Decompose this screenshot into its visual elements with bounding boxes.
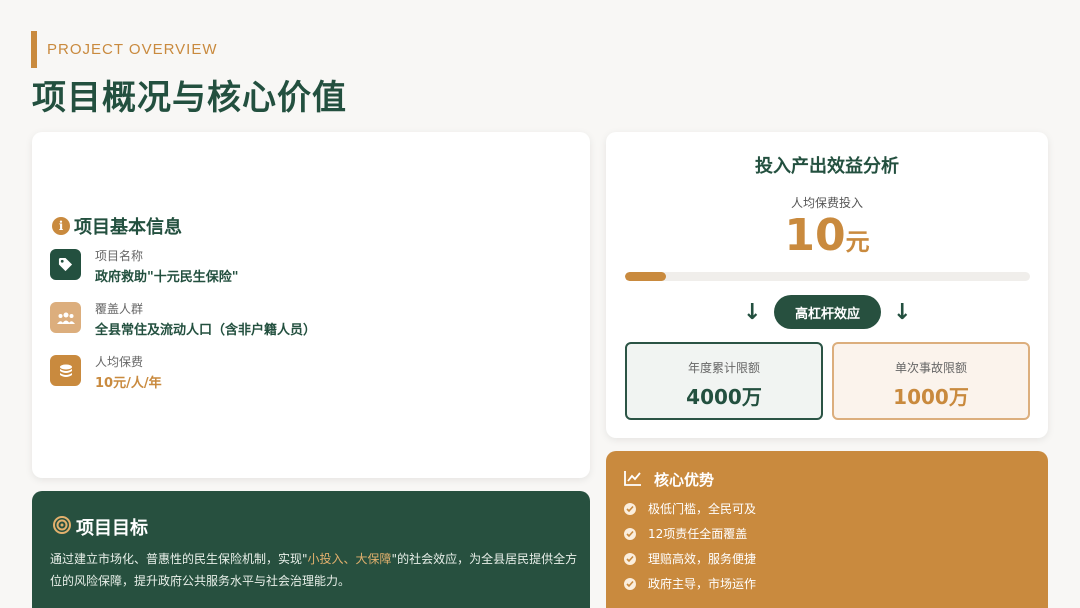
annual-limit-value: 4000万 [686, 385, 762, 409]
roi-amount: 10元 [606, 209, 1048, 269]
goal-description: 通过建立市场化、普惠性的民生保险机制，实现"小投入、大保障"的社会效应，为全县居… [50, 548, 582, 592]
check-icon [624, 552, 636, 565]
advantage-text: 理赔高效，服务便捷 [648, 552, 757, 566]
progress-bar-fill [625, 272, 666, 281]
leverage-badge: 高杠杆效应 [774, 295, 881, 329]
coverage-value: 全县常住及流动人口（含非户籍人员） [95, 323, 317, 338]
page-title: 项目概况与核心价值 [32, 78, 347, 118]
roi-title: 投入产出效益分析 [755, 156, 899, 177]
annual-limit-label: 年度累计限额 [687, 361, 760, 375]
advantages-heading: 核心优势 [624, 469, 714, 490]
single-limit-box: 单次事故限额 1000万 [832, 342, 1030, 420]
check-icon [624, 527, 636, 540]
basic-info-title: 项目基本信息 [74, 217, 182, 238]
advantage-item: 12项责任全面覆盖 [624, 525, 747, 542]
roi-amount-value: 10 [784, 210, 846, 261]
progress-bar [625, 272, 1030, 281]
project-name-label: 项目名称 [95, 249, 144, 263]
tag-icon [50, 249, 81, 280]
info-row-premium: 人均保费 10元/人/年 [50, 355, 162, 392]
annual-limit-box: 年度累计限额 4000万 [625, 342, 823, 420]
single-limit-label: 单次事故限额 [894, 361, 967, 375]
goal-text-before: 通过建立市场化、普惠性的民生保险机制，实现" [50, 552, 308, 566]
coverage-label: 覆盖人群 [95, 302, 144, 316]
roi-amount-unit: 元 [845, 228, 870, 256]
single-limit-value: 1000万 [893, 385, 969, 409]
advantages-title: 核心优势 [654, 471, 715, 489]
coins-icon [50, 355, 81, 386]
advantage-text: 12项责任全面覆盖 [648, 527, 748, 541]
check-icon [624, 577, 636, 590]
project-name-value: 政府救助"十元民生保险" [95, 270, 239, 285]
arrow-down-icon: ↓ [743, 300, 762, 325]
advantage-text: 极低门槛，全民可及 [648, 502, 757, 516]
goal-title: 项目目标 [76, 518, 148, 539]
target-icon [52, 515, 72, 540]
info-row-coverage: 覆盖人群 全县常住及流动人口（含非户籍人员） [50, 302, 316, 339]
info-row-project-name: 项目名称 政府救助"十元民生保险" [50, 249, 239, 286]
advantage-text: 政府主导，市场运作 [648, 577, 757, 591]
info-icon: i [52, 217, 70, 235]
section-eyebrow: PROJECT OVERVIEW [31, 31, 217, 68]
basic-info-heading: i 项目基本信息 [52, 213, 182, 239]
goal-highlight: 小投入、大保障 [307, 552, 392, 566]
check-icon [624, 502, 636, 515]
arrow-down-icon: ↓ [893, 300, 912, 325]
goal-heading: 项目目标 [52, 514, 148, 540]
advantage-item: 政府主导，市场运作 [624, 575, 756, 592]
advantage-item: 理赔高效，服务便捷 [624, 550, 756, 567]
chart-line-icon [624, 470, 642, 490]
premium-value: 10元/人/年 [95, 376, 162, 391]
users-icon [50, 302, 81, 333]
premium-label: 人均保费 [95, 355, 144, 369]
advantage-item: 极低门槛，全民可及 [624, 500, 756, 517]
